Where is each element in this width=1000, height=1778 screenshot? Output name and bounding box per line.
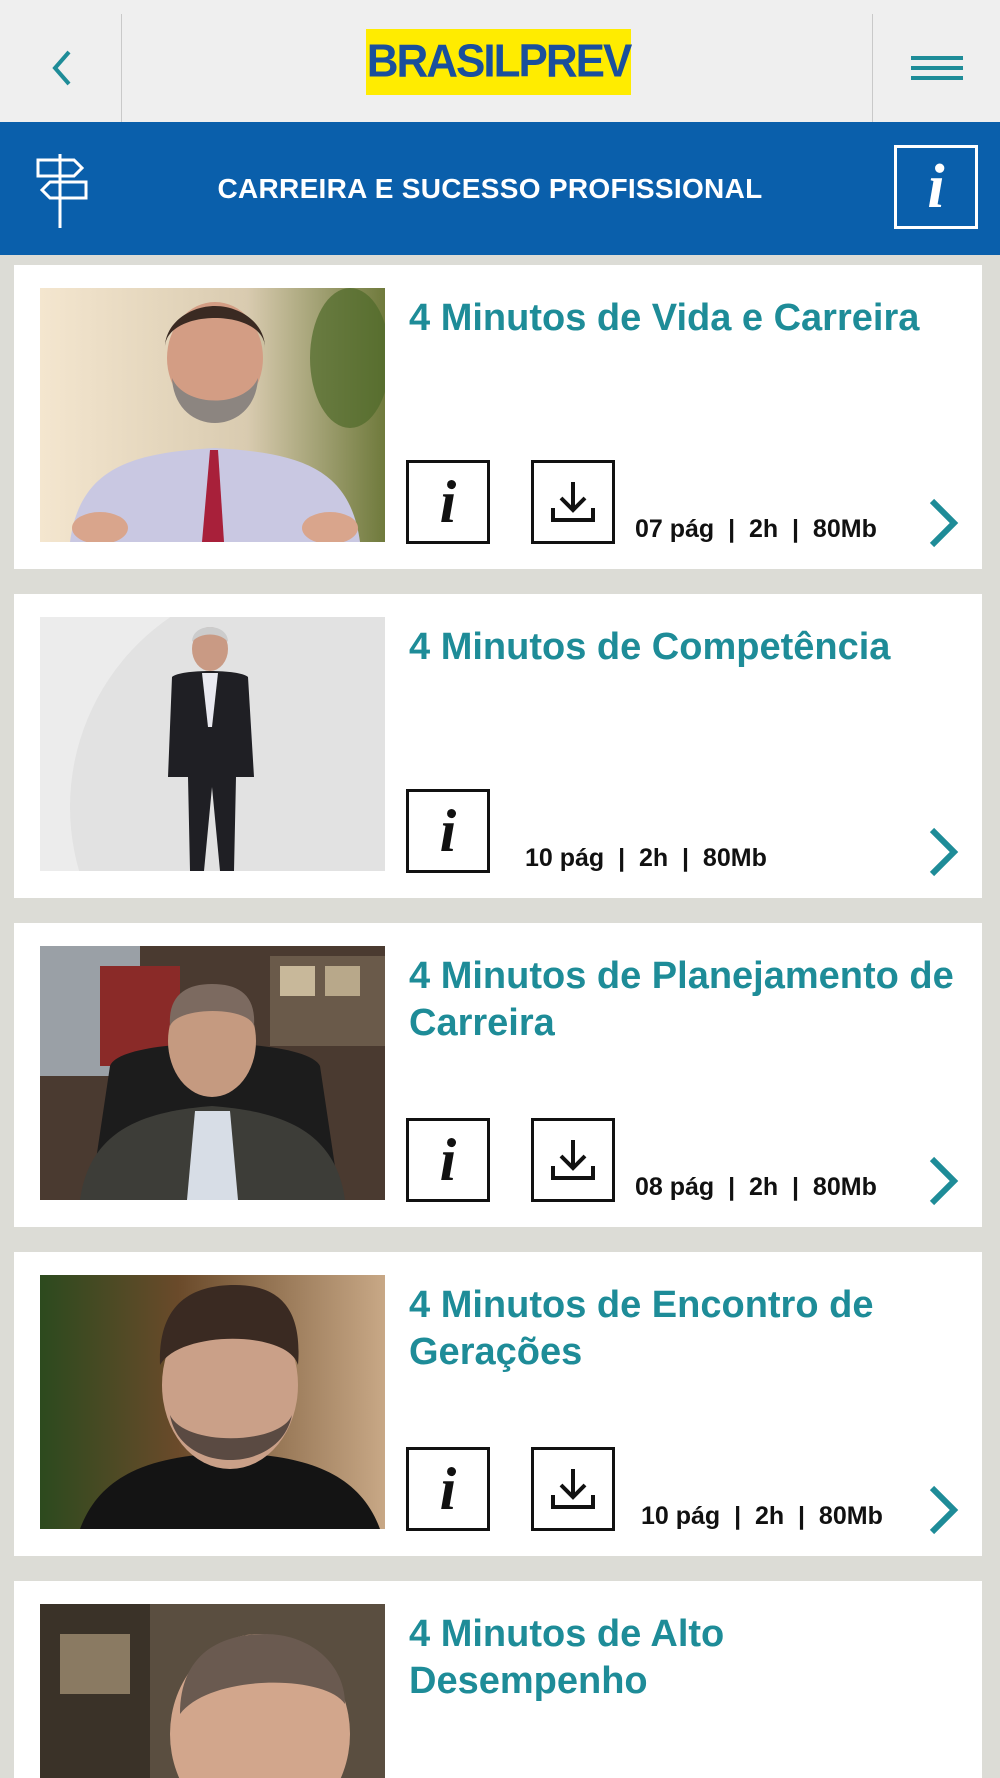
- list-item[interactable]: 4 Minutos de Alto Desempenho: [14, 1581, 982, 1778]
- item-meta: 10 pág | 2h | 80Mb: [525, 844, 767, 872]
- video-thumbnail[interactable]: [40, 288, 385, 542]
- item-meta: 08 pág | 2h | 80Mb: [635, 1173, 877, 1201]
- download-icon: [551, 482, 595, 522]
- hamburger-menu-icon: [910, 56, 963, 80]
- info-button[interactable]: i: [406, 1118, 490, 1202]
- top-bar: BRASILPREV: [0, 0, 1000, 122]
- section-header: CARREIRA E SUCESSO PROFISSIONAL i: [0, 122, 1000, 255]
- info-button[interactable]: i: [406, 1447, 490, 1531]
- list-item[interactable]: 4 Minutos de Vida e Carreira i 07 pág | …: [14, 265, 982, 569]
- item-meta: 07 pág | 2h | 80Mb: [635, 515, 877, 543]
- chevron-left-icon: [51, 50, 71, 86]
- item-title[interactable]: 4 Minutos de Planejamento de Carreira: [409, 953, 969, 1047]
- chevron-right-icon[interactable]: [926, 495, 962, 551]
- list-item[interactable]: 4 Minutos de Competência i 10 pág | 2h |…: [14, 594, 982, 898]
- video-thumbnail[interactable]: [40, 617, 385, 871]
- download-button[interactable]: [531, 460, 615, 544]
- info-button[interactable]: i: [406, 789, 490, 873]
- item-title[interactable]: 4 Minutos de Encontro de Gerações: [409, 1282, 969, 1376]
- item-title[interactable]: 4 Minutos de Competência: [409, 624, 969, 671]
- video-thumbnail[interactable]: [40, 946, 385, 1200]
- download-button[interactable]: [531, 1447, 615, 1531]
- signpost-icon: [36, 154, 88, 228]
- menu-button[interactable]: [872, 14, 1000, 122]
- chevron-right-icon[interactable]: [926, 1153, 962, 1209]
- video-thumbnail[interactable]: [40, 1604, 385, 1778]
- brasilprev-logo[interactable]: BRASILPREV: [366, 29, 633, 95]
- section-info-button[interactable]: i: [894, 145, 978, 229]
- section-title: CARREIRA E SUCESSO PROFISSIONAL: [217, 172, 763, 204]
- download-button[interactable]: [531, 1118, 615, 1202]
- download-icon: [551, 1140, 595, 1180]
- video-thumbnail[interactable]: [40, 1275, 385, 1529]
- info-button[interactable]: i: [406, 460, 490, 544]
- chevron-right-icon[interactable]: [926, 1482, 962, 1538]
- item-title[interactable]: 4 Minutos de Vida e Carreira: [409, 295, 969, 342]
- list-item[interactable]: 4 Minutos de Planejamento de Carreira i …: [14, 923, 982, 1227]
- item-meta: 10 pág | 2h | 80Mb: [641, 1502, 883, 1530]
- chevron-right-icon[interactable]: [926, 824, 962, 880]
- list-item[interactable]: 4 Minutos de Encontro de Gerações i 10 p…: [14, 1252, 982, 1556]
- back-button[interactable]: [0, 14, 122, 122]
- item-title[interactable]: 4 Minutos de Alto Desempenho: [409, 1611, 969, 1705]
- download-icon: [551, 1469, 595, 1509]
- logo-text: BRASILPREV: [366, 35, 633, 88]
